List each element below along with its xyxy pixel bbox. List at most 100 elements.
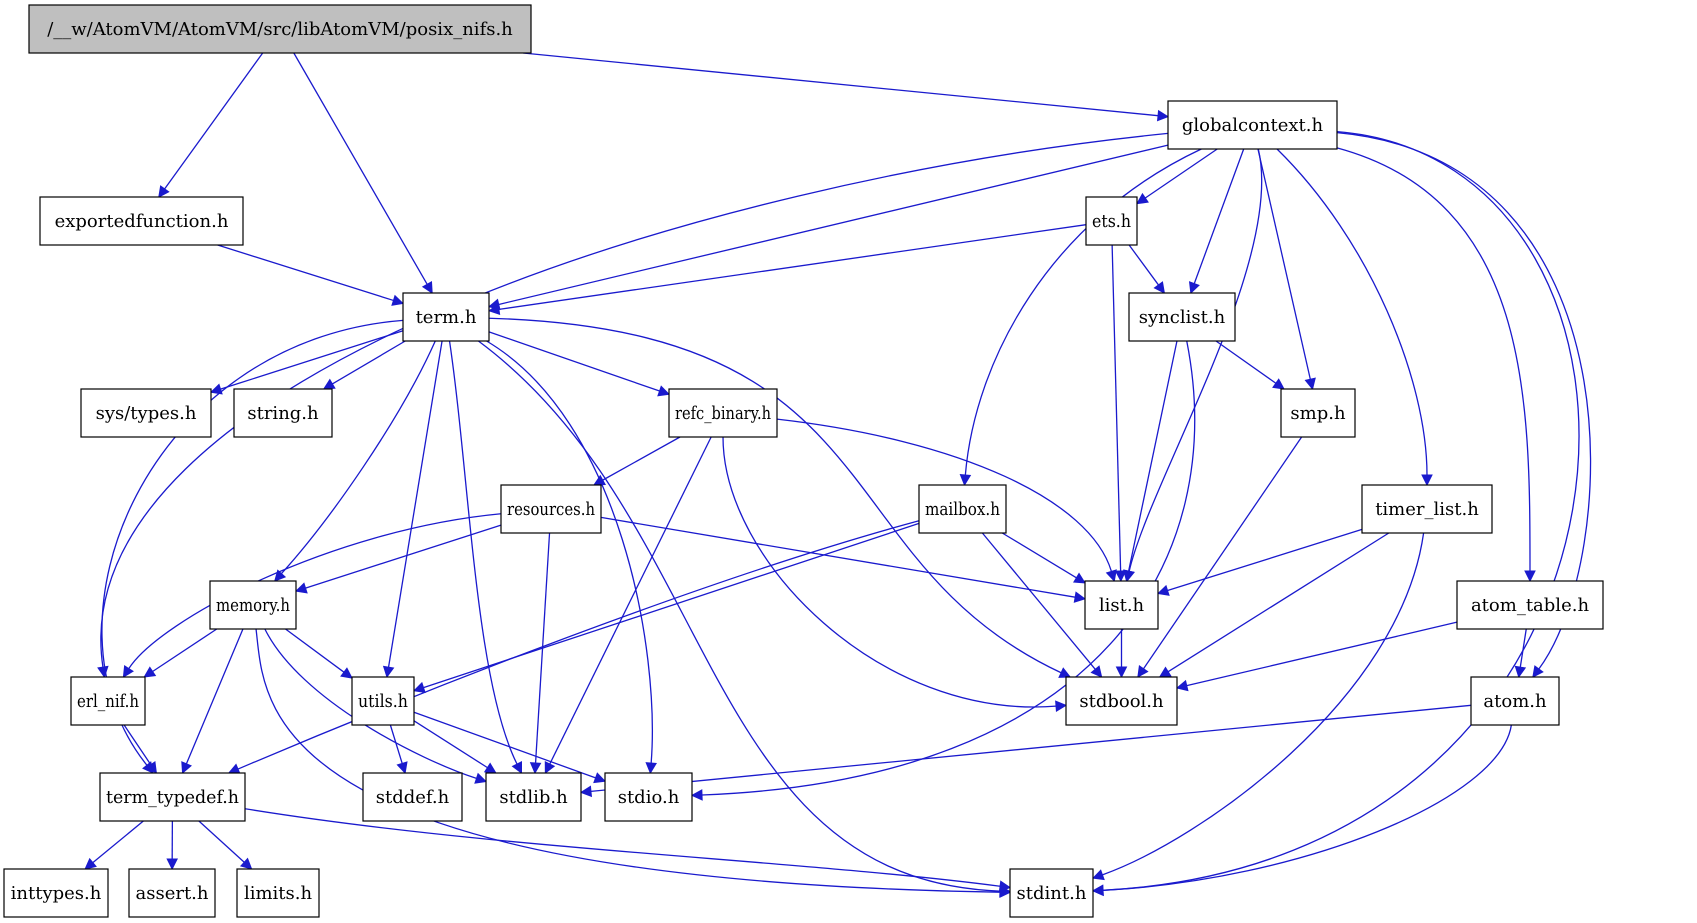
edge-line bbox=[1186, 621, 1458, 687]
edge-resources-to-stdlib bbox=[529, 532, 551, 775]
node-label: list.h bbox=[1099, 595, 1145, 616]
node-stdio[interactable]: stdio.h bbox=[604, 772, 693, 822]
arrowhead-icon bbox=[1158, 666, 1172, 678]
node-exportedfunction[interactable]: exportedfunction.h bbox=[39, 196, 244, 246]
node-erl-nif[interactable]: erl_nif.h bbox=[70, 676, 146, 726]
edge-line bbox=[498, 144, 1169, 306]
node-mailbox[interactable]: mailbox.h bbox=[918, 484, 1007, 534]
node-smp[interactable]: smp.h bbox=[1280, 388, 1356, 438]
edge-line bbox=[1111, 244, 1122, 572]
edge-atom_table-to-atom bbox=[1514, 628, 1527, 679]
node-label: limits.h bbox=[244, 883, 313, 904]
edge-line bbox=[486, 340, 653, 764]
node-label: refc_binary.h bbox=[675, 403, 771, 424]
arrowhead-icon bbox=[143, 666, 157, 678]
node-string[interactable]: string.h bbox=[233, 388, 333, 438]
node-resources[interactable]: resources.h bbox=[500, 484, 602, 534]
node-stdint[interactable]: stdint.h bbox=[1009, 868, 1094, 918]
arrowhead-icon bbox=[579, 785, 593, 798]
edge-smp-to-stdbool bbox=[1137, 436, 1303, 678]
node-stdlib[interactable]: stdlib.h bbox=[485, 772, 582, 822]
node-atom-table[interactable]: atom_table.h bbox=[1456, 580, 1604, 630]
arrowhead-icon bbox=[209, 383, 223, 395]
arrowhead-icon bbox=[84, 857, 97, 870]
node-list[interactable]: list.h bbox=[1084, 580, 1159, 630]
edge-line bbox=[423, 522, 920, 689]
edge-line bbox=[448, 340, 518, 765]
arrowhead-icon bbox=[690, 789, 703, 801]
arrowhead-icon bbox=[181, 761, 192, 775]
node-label: sys/types.h bbox=[96, 403, 197, 424]
node-label: atom.h bbox=[1483, 691, 1547, 712]
arrowhead-icon bbox=[1136, 192, 1149, 205]
arrowhead-icon bbox=[1304, 377, 1316, 391]
arrowhead-icon bbox=[227, 763, 241, 775]
edge-synclist-to-list bbox=[1123, 340, 1178, 583]
edge-term-to-stdio bbox=[486, 340, 657, 775]
edge-line bbox=[1128, 148, 1263, 572]
arrowhead-icon bbox=[1090, 665, 1103, 678]
edge-line bbox=[413, 711, 596, 779]
arrowhead-icon bbox=[657, 385, 671, 397]
arrowhead-icon bbox=[166, 858, 178, 871]
node-refc-binary[interactable]: refc_binary.h bbox=[668, 388, 778, 438]
edge-term-to-memory bbox=[273, 340, 436, 582]
node-label: stdbool.h bbox=[1079, 691, 1164, 712]
edge-line bbox=[590, 704, 1472, 793]
node-label: term.h bbox=[416, 307, 477, 328]
node-assert[interactable]: assert.h bbox=[128, 868, 216, 918]
arrowhead-icon bbox=[544, 761, 556, 775]
arrowhead-icon bbox=[1524, 570, 1536, 583]
edge-line bbox=[164, 52, 264, 190]
node-term[interactable]: term.h bbox=[402, 292, 490, 342]
arrowhead-icon bbox=[1115, 666, 1128, 679]
node-inttypes[interactable]: inttypes.h bbox=[3, 868, 109, 918]
node-utils[interactable]: utils.h bbox=[351, 676, 415, 726]
node-label: timer_list.h bbox=[1375, 499, 1479, 520]
arrowhead-icon bbox=[645, 762, 657, 775]
edge-line bbox=[237, 520, 920, 770]
node-label: globalcontext.h bbox=[1182, 115, 1324, 136]
arrowhead-icon bbox=[294, 582, 308, 594]
arrowhead-icon bbox=[122, 665, 134, 678]
arrowhead-icon bbox=[1421, 474, 1433, 487]
edge-globalcontext-to-list bbox=[1123, 148, 1263, 583]
node-label: mailbox.h bbox=[925, 499, 1000, 520]
node-label: utils.h bbox=[358, 691, 408, 712]
edge-timer_list-to-stdbool bbox=[1158, 532, 1390, 678]
edge-refc_binary-to-resources bbox=[593, 436, 681, 486]
edge-resources-to-memory bbox=[294, 524, 502, 594]
edge-line bbox=[1102, 130, 1580, 891]
node-posix-nifs[interactable]: /__w/AtomVM/AtomVM/src/libAtomVM/posix_n… bbox=[28, 4, 532, 54]
edge-line bbox=[498, 224, 1087, 311]
node-atom[interactable]: atom.h bbox=[1470, 676, 1560, 726]
arrowhead-icon bbox=[959, 474, 972, 487]
edge-term-to-refc_binary bbox=[488, 331, 671, 397]
node-globalcontext[interactable]: globalcontext.h bbox=[1167, 100, 1338, 150]
node-stddef[interactable]: stddef.h bbox=[362, 772, 463, 822]
arrowhead-icon bbox=[391, 294, 405, 306]
node-ets[interactable]: ets.h bbox=[1085, 196, 1138, 246]
arrowhead-icon bbox=[412, 681, 426, 693]
node-label: assert.h bbox=[135, 883, 208, 904]
node-synclist[interactable]: synclist.h bbox=[1128, 292, 1236, 342]
node-term-typedef[interactable]: term_typedef.h bbox=[99, 772, 246, 822]
arrowhead-icon bbox=[1272, 378, 1285, 390]
arrowhead-icon bbox=[1137, 665, 1149, 678]
arrowhead-icon bbox=[340, 667, 353, 679]
edge-line bbox=[387, 340, 443, 668]
edge-mailbox-to-term_typedef bbox=[227, 520, 920, 775]
edge-line bbox=[293, 52, 428, 285]
edge-globalcontext-to-ets bbox=[1136, 148, 1218, 205]
node-timer-list[interactable]: timer_list.h bbox=[1361, 484, 1493, 534]
edge-line bbox=[123, 724, 152, 766]
node-sys-types[interactable]: sys/types.h bbox=[80, 388, 212, 438]
node-memory[interactable]: memory.h bbox=[209, 580, 297, 630]
node-label: memory.h bbox=[216, 595, 290, 616]
edge-posix_nifs-to-term bbox=[293, 52, 433, 294]
node-limits[interactable]: limits.h bbox=[236, 868, 320, 918]
edge-globalcontext-to-smp bbox=[1257, 148, 1316, 391]
arrowhead-icon bbox=[474, 772, 488, 784]
edge-erl_nif-to-term_typedef bbox=[123, 724, 157, 774]
node-stdbool[interactable]: stdbool.h bbox=[1065, 676, 1178, 726]
